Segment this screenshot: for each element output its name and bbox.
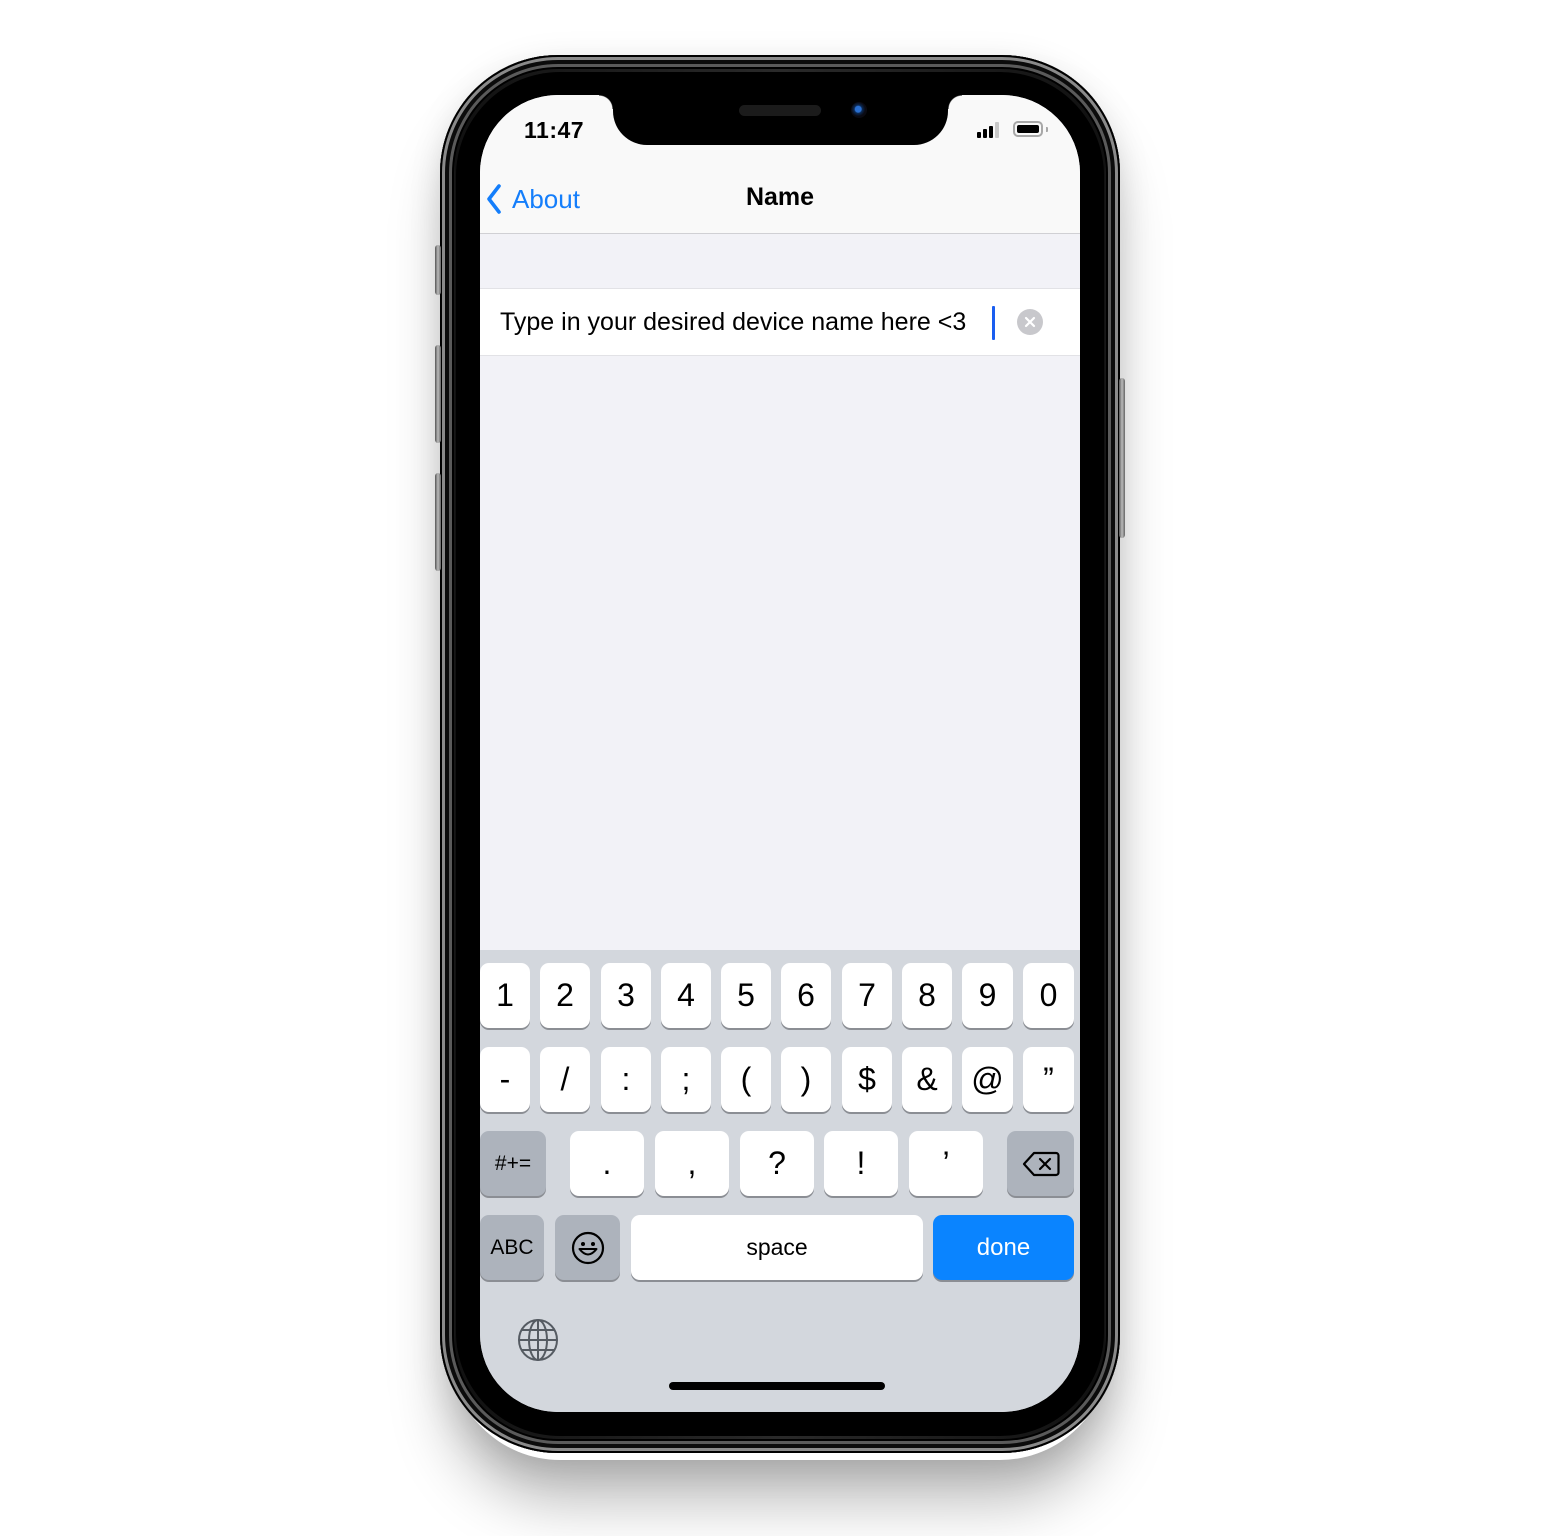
key-0[interactable]: 0: [1023, 963, 1074, 1028]
battery-nub: [1046, 127, 1048, 132]
globe-icon[interactable]: [516, 1318, 560, 1362]
key-8[interactable]: 8: [902, 963, 952, 1028]
key-5[interactable]: 5: [721, 963, 771, 1028]
key-9[interactable]: 9: [962, 963, 1013, 1028]
text-caret: [992, 306, 995, 340]
backspace-icon: [1022, 1151, 1060, 1176]
signal-bar: [989, 126, 993, 138]
key-3[interactable]: 3: [601, 963, 651, 1028]
signal-bar: [977, 132, 981, 138]
key-exclamation[interactable]: !: [824, 1131, 898, 1196]
notch: [599, 95, 962, 145]
key-period[interactable]: .: [570, 1131, 644, 1196]
volume-up-button: [435, 345, 441, 443]
key-comma[interactable]: ,: [655, 1131, 729, 1196]
key-2[interactable]: 2: [540, 963, 590, 1028]
signal-bar: [983, 129, 987, 138]
power-button: [1119, 378, 1125, 538]
keyboard: 1 2 3 4 5 6 7 8 9 0 - / : ; ( ) $ & @ ” …: [480, 950, 1080, 1412]
key-6[interactable]: 6: [781, 963, 831, 1028]
key-1[interactable]: 1: [480, 963, 530, 1028]
symbols-toggle-key[interactable]: #+=: [480, 1131, 546, 1196]
key-slash[interactable]: /: [540, 1047, 590, 1112]
clear-text-button[interactable]: [1017, 309, 1043, 335]
battery-icon: [1013, 121, 1043, 137]
key-colon[interactable]: :: [601, 1047, 651, 1112]
key-dollar[interactable]: $: [842, 1047, 892, 1112]
key-4[interactable]: 4: [661, 963, 711, 1028]
signal-bar: [995, 122, 999, 138]
key-question[interactable]: ?: [740, 1131, 814, 1196]
abc-toggle-key[interactable]: ABC: [480, 1215, 544, 1280]
status-time: 11:47: [524, 117, 585, 143]
key-7[interactable]: 7: [842, 963, 892, 1028]
done-key[interactable]: done: [933, 1215, 1074, 1280]
home-indicator[interactable]: [669, 1382, 885, 1390]
volume-down-button: [435, 473, 441, 571]
key-semicolon[interactable]: ;: [661, 1047, 711, 1112]
clear-x-icon: [1024, 316, 1036, 328]
key-ampersand[interactable]: &: [902, 1047, 952, 1112]
key-at[interactable]: @: [962, 1047, 1013, 1112]
space-key[interactable]: space: [631, 1215, 923, 1280]
delete-key[interactable]: [1007, 1131, 1074, 1196]
cellular-signal-icon: [977, 122, 1003, 138]
key-quote[interactable]: ”: [1023, 1047, 1074, 1112]
key-open-paren[interactable]: (: [721, 1047, 771, 1112]
front-camera: [851, 102, 867, 118]
emoji-key[interactable]: [555, 1215, 620, 1280]
device-name-input[interactable]: [500, 289, 1000, 355]
key-close-paren[interactable]: ): [781, 1047, 831, 1112]
device-name-row: [480, 288, 1080, 356]
action-button: [435, 245, 441, 295]
screen: 11:47 About Name 1 2 3 4 5 6 7: [480, 95, 1080, 1412]
key-apostrophe[interactable]: ’: [909, 1131, 983, 1196]
speaker-grille: [739, 105, 821, 116]
key-hyphen[interactable]: -: [480, 1047, 530, 1112]
page-title: Name: [745, 183, 815, 211]
emoji-icon: [571, 1231, 604, 1264]
